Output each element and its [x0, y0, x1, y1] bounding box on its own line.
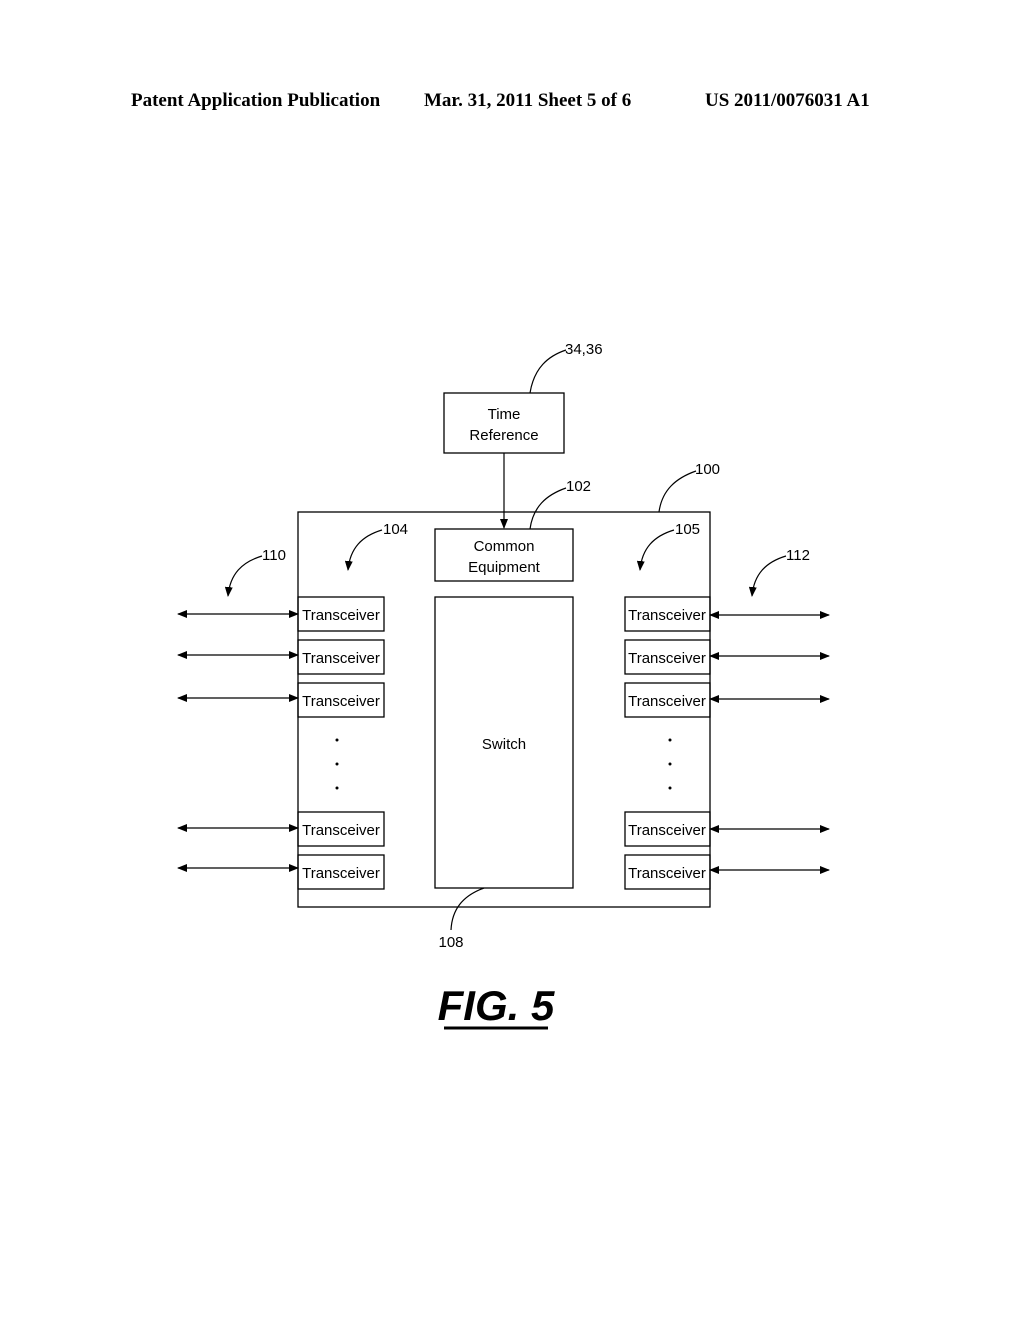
common-equipment-block: Common Equipment: [434, 528, 574, 582]
switch-label: Switch: [482, 736, 526, 753]
right-transceiver: Transceiver: [624, 854, 711, 890]
transceiver-label: Transceiver: [628, 607, 706, 624]
time-reference-block: Time Reference: [443, 392, 565, 454]
left-group-ref-arrow: [344, 529, 383, 571]
left-links-ref-arrow: [224, 555, 263, 597]
right-transceiver: Transceiver: [624, 596, 711, 632]
switch-ref-number: 108: [438, 934, 463, 951]
right-group-ref-number: 105: [675, 521, 700, 538]
transceiver-label: Transceiver: [302, 693, 380, 710]
transceiver-label: Transceiver: [628, 865, 706, 882]
network-element-leader-line: [658, 470, 697, 513]
time-reference-leader-line: [529, 349, 567, 394]
figure-caption: FIG. 5: [438, 982, 555, 1029]
right-transceiver: Transceiver: [624, 811, 711, 847]
left-transceiver: Transceiver: [297, 682, 385, 718]
transceiver-label: Transceiver: [302, 865, 380, 882]
right-ellipsis: [668, 738, 672, 790]
left-ellipsis: [335, 738, 339, 790]
left-transceiver: Transceiver: [297, 854, 385, 890]
switch-block: Switch: [434, 596, 574, 889]
transceiver-label: Transceiver: [628, 650, 706, 667]
time-reference-label-line1: Time: [488, 406, 521, 423]
common-equipment-label-line1: Common: [474, 538, 535, 555]
left-transceiver: Transceiver: [297, 811, 385, 847]
transceiver-label: Transceiver: [302, 650, 380, 667]
right-links-ref-arrow: [748, 555, 787, 597]
left-transceiver: Transceiver: [297, 596, 385, 632]
common-equipment-leader-line: [529, 487, 567, 530]
right-transceiver: Transceiver: [624, 682, 711, 718]
common-equipment-ref-number: 102: [566, 478, 591, 495]
transceiver-label: Transceiver: [628, 822, 706, 839]
time-reference-label-line2: Reference: [469, 427, 538, 444]
right-links-ref-number: 112: [786, 547, 810, 564]
right-group-ref-arrow: [636, 529, 675, 571]
network-element-ref-number: 100: [695, 461, 720, 478]
left-transceiver: Transceiver: [297, 639, 385, 675]
common-equipment-label-line2: Equipment: [468, 559, 541, 576]
transceiver-label: Transceiver: [302, 822, 380, 839]
left-links-ref-number: 110: [262, 547, 286, 564]
switch-leader-line: [450, 887, 485, 931]
time-reference-ref-number: 34,36: [565, 341, 603, 358]
transceiver-label: Transceiver: [628, 693, 706, 710]
left-group-ref-number: 104: [383, 521, 408, 538]
transceiver-label: Transceiver: [302, 607, 380, 624]
right-transceiver: Transceiver: [624, 639, 711, 675]
figure-5-diagram: Time Reference 34,36 100 Common Equipmen…: [177, 341, 830, 1030]
